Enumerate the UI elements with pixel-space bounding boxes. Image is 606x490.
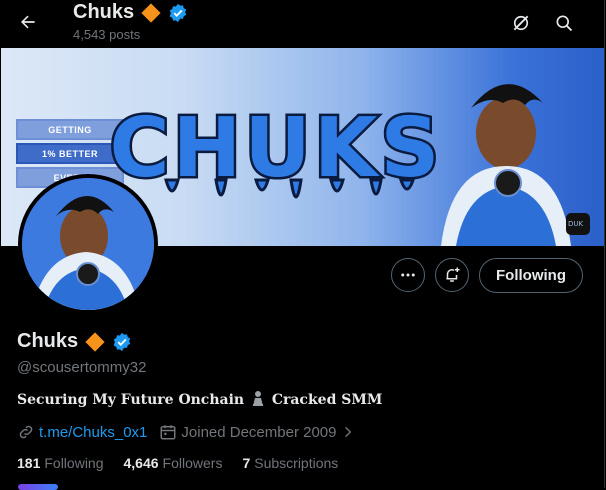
followers-count: 4,646	[123, 455, 159, 471]
profile-meta: t.me/Chuks_0x1 Joined December 2009	[17, 423, 355, 441]
calendar-icon	[160, 425, 176, 440]
notifications-button[interactable]	[435, 258, 469, 292]
bio-text: Securing My Future Onchain	[17, 392, 245, 408]
orange-diamond-badge-icon	[141, 2, 161, 23]
posts-count: 4,543 posts	[73, 27, 141, 42]
profile-stats: 181 Following 4,646 Followers 7 Subscriptio…	[17, 455, 338, 471]
grok-icon	[513, 15, 529, 31]
avatar[interactable]	[18, 174, 158, 314]
arrow-left-icon	[21, 15, 35, 29]
profile-name-row: Chuks	[17, 330, 132, 353]
bell-plus-icon	[446, 267, 460, 282]
banner-headline: CHUKS	[110, 101, 443, 196]
more-icon	[401, 273, 415, 277]
bio-text: Cracked SMM	[271, 392, 383, 408]
search-icon	[556, 15, 573, 32]
back-button[interactable]	[12, 6, 44, 38]
subscriptions-stat[interactable]: 7 Subscriptions	[242, 455, 338, 471]
subscriptions-label: Subscriptions	[254, 455, 339, 471]
following-button[interactable]: Following	[479, 258, 583, 293]
verified-icon[interactable]	[112, 332, 132, 352]
header-name: Chuks	[73, 1, 135, 23]
profile-page: Chuks 4,543 posts GETTING 1% BETTER CHUK…	[0, 0, 605, 490]
followers-label: Followers	[162, 455, 223, 471]
chess-pawn-icon	[252, 391, 263, 406]
verified-icon	[169, 3, 187, 22]
link-icon	[19, 425, 33, 439]
subscriptions-count: 7	[242, 455, 251, 471]
banner-badge-text: DUK	[568, 220, 584, 228]
search-button[interactable]	[547, 6, 581, 40]
avatar-image	[22, 178, 154, 310]
joined-date: Joined December 2009	[181, 423, 337, 441]
profile-bio: Securing My Future Onchain Cracked SMM	[17, 390, 382, 408]
profile-handle: @scousertommy32	[17, 359, 147, 376]
chevron-right-icon[interactable]	[341, 424, 355, 440]
following-stat[interactable]: 181 Following	[17, 455, 104, 471]
following-count: 181	[17, 455, 41, 471]
orange-diamond-badge-icon	[85, 331, 105, 352]
more-button[interactable]	[391, 258, 425, 292]
profile-name: Chuks	[17, 330, 79, 352]
followed-by-avatars[interactable]	[18, 484, 58, 490]
following-label: Following	[44, 455, 104, 471]
header-title: Chuks	[73, 1, 188, 24]
grok-button[interactable]	[504, 6, 538, 40]
profile-header: Chuks 4,543 posts	[0, 0, 604, 48]
followers-stat[interactable]: 4,646 Followers	[124, 455, 223, 471]
profile-link[interactable]: t.me/Chuks_0x1	[39, 424, 147, 441]
